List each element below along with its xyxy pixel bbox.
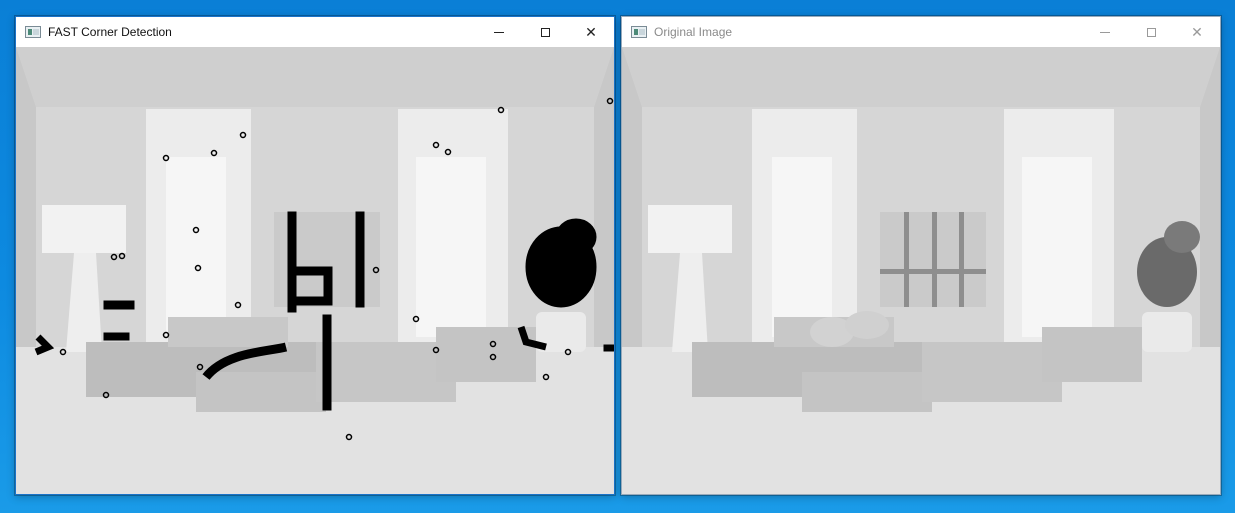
minimize-button[interactable] (476, 17, 522, 47)
maximize-button[interactable] (522, 17, 568, 47)
window-controls: ✕ (1082, 17, 1220, 47)
app-window-icon (25, 26, 41, 38)
minimize-icon (1100, 31, 1110, 33)
room-scene (622, 47, 1220, 494)
close-icon: ✕ (585, 23, 597, 40)
maximize-icon (1146, 27, 1156, 37)
title-bar[interactable]: Original Image ✕ (622, 17, 1220, 47)
maximize-icon (540, 27, 550, 37)
fast-corner-image (16, 47, 614, 494)
window-controls: ✕ (476, 17, 614, 47)
window-title: Original Image (654, 25, 733, 39)
window-title: FAST Corner Detection (48, 25, 172, 39)
minimize-icon (494, 31, 504, 33)
close-button[interactable]: ✕ (1174, 17, 1220, 47)
minimize-button[interactable] (1082, 17, 1128, 47)
original-image (622, 47, 1220, 494)
app-window-icon (631, 26, 647, 38)
room-scene-keypoints (16, 47, 614, 494)
original-image-window[interactable]: Original Image ✕ (621, 16, 1221, 495)
title-bar[interactable]: FAST Corner Detection ✕ (16, 17, 614, 47)
maximize-button[interactable] (1128, 17, 1174, 47)
close-icon: ✕ (1191, 23, 1203, 40)
fast-corner-window[interactable]: FAST Corner Detection ✕ (15, 16, 615, 495)
close-button[interactable]: ✕ (568, 17, 614, 47)
